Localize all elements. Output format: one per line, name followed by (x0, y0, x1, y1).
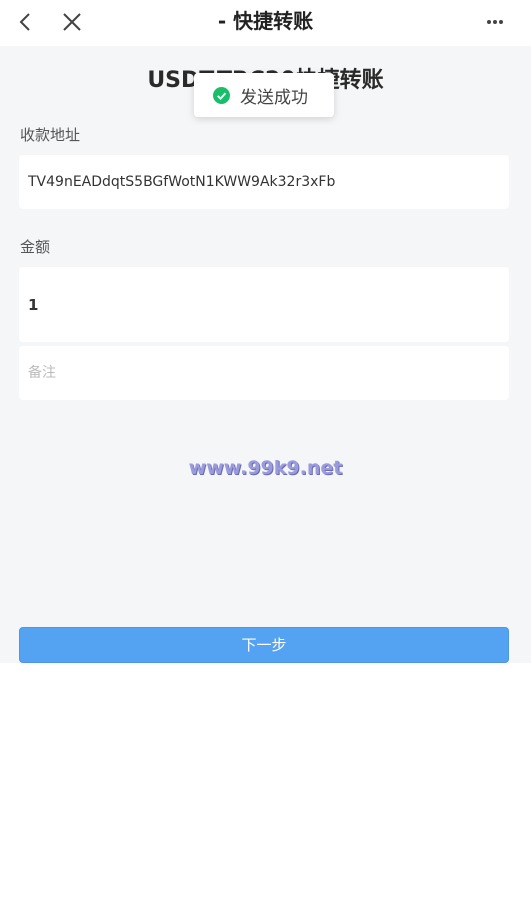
note-input[interactable] (19, 346, 509, 400)
top-navigation-bar: - 快捷转账 (0, 0, 531, 46)
watermark-text: www.99k9.net (188, 457, 343, 479)
amount-field-container (19, 267, 509, 342)
note-field-container (19, 346, 509, 400)
next-step-button[interactable]: 下一步 (19, 627, 509, 663)
window-title: - 快捷转账 (217, 9, 314, 33)
transfer-form-area: USDT-TRC20快捷转账 收款地址 金额 www.99k9.net 下一步 … (0, 46, 531, 663)
check-circle-icon (213, 86, 230, 104)
address-input[interactable] (19, 155, 509, 209)
success-toast: 发送成功 (194, 73, 334, 117)
more-menu-button[interactable] (481, 8, 509, 36)
more-horizontal-icon (487, 20, 503, 24)
address-label: 收款地址 (20, 126, 81, 144)
amount-input[interactable] (19, 267, 509, 342)
toast-message: 发送成功 (240, 87, 308, 108)
amount-label: 金额 (20, 238, 51, 256)
address-field-container (19, 155, 509, 209)
